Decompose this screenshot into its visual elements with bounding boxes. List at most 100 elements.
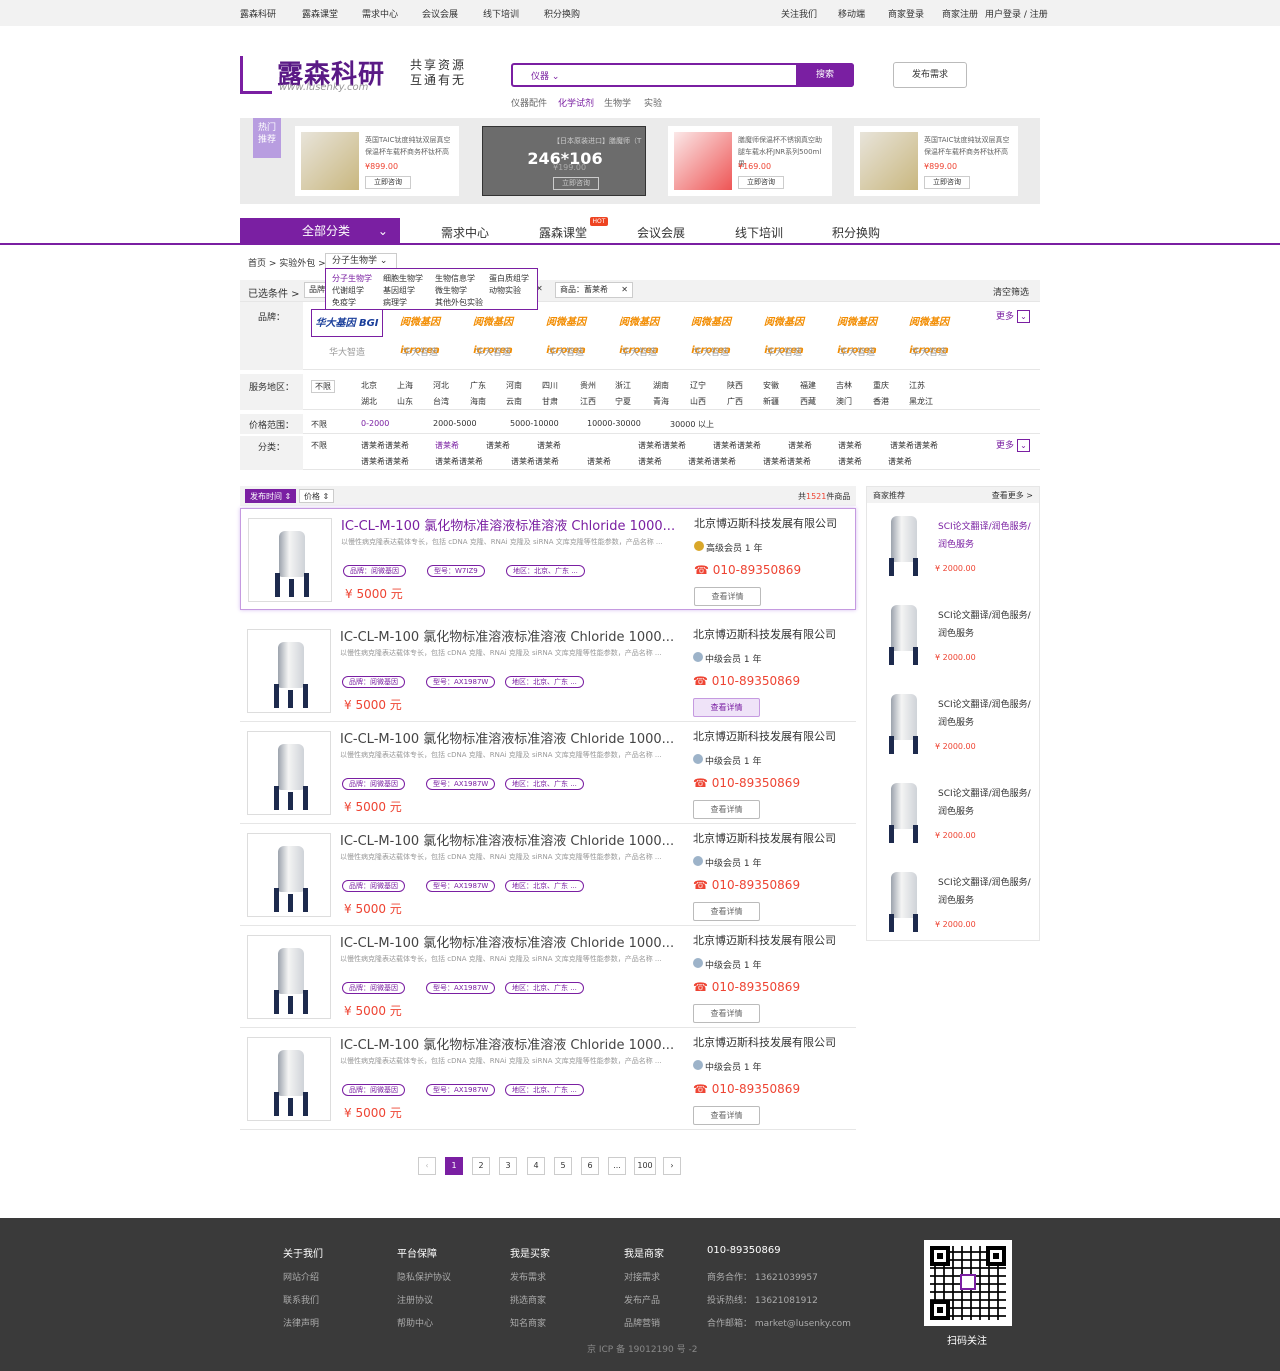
product-image[interactable]	[247, 935, 331, 1019]
brand-tag[interactable]: 品牌：阅微基因	[342, 778, 405, 790]
product-image[interactable]	[248, 518, 332, 602]
product-title[interactable]: IC-CL-M-100 氯化物标准溶液标准溶液 Chloride 1000...	[340, 830, 680, 849]
company-name[interactable]: 北京博迈斯科技发展有限公司	[693, 728, 836, 744]
nav-item[interactable]: 需求中心	[441, 224, 489, 241]
side-product-title[interactable]: SCI论文翻译/润色服务/润色服务	[938, 874, 1038, 910]
category-option[interactable]: 谱莱希谱莱希	[361, 456, 409, 467]
merchant-register-link[interactable]: 商家注册	[942, 7, 978, 20]
side-product-title[interactable]: SCI论文翻译/润色服务/润色服务	[938, 607, 1038, 643]
footer-link[interactable]: 发布需求	[510, 1270, 546, 1283]
page-button[interactable]: 3	[499, 1157, 517, 1175]
footer-link[interactable]: 品牌营销	[624, 1316, 660, 1329]
hot-word[interactable]: 化学试剂	[558, 96, 594, 109]
side-product-image[interactable]	[877, 779, 929, 843]
product-title[interactable]: IC-CL-M-100 氯化物标准溶液标准溶液 Chloride 1000...	[340, 626, 680, 645]
footer-link[interactable]: 帮助中心	[397, 1316, 433, 1329]
price-option[interactable]: 5000-10000	[510, 419, 559, 428]
region-option[interactable]: 澳门	[836, 396, 852, 407]
region-option[interactable]: 西藏	[800, 396, 816, 407]
region-tag[interactable]: 地区：北京、广东 ...	[505, 1084, 584, 1096]
company-name[interactable]: 北京博迈斯科技发展有限公司	[693, 830, 836, 846]
hot-card[interactable]: 英国TAIC钛度纯钛双层真空保温杯车载杯商务杯钛杯高 ¥899.00 立即咨询	[854, 126, 1018, 196]
brand-item[interactable]: 阅微基因 icrorea 华大智造	[530, 309, 602, 365]
company-name[interactable]: 北京博迈斯科技发展有限公司	[693, 626, 836, 642]
product-image[interactable]	[247, 629, 331, 713]
logo-icon[interactable]	[240, 56, 272, 94]
side-product[interactable]: SCI论文翻译/润色服务/润色服务 ¥ 2000.00	[867, 771, 1039, 860]
footer-link[interactable]: 注册协议	[397, 1293, 433, 1306]
region-option[interactable]: 四川	[542, 380, 558, 391]
side-product-image[interactable]	[877, 868, 929, 932]
region-option[interactable]: 台湾	[433, 396, 449, 407]
region-tag[interactable]: 地区：北京、广东 ...	[505, 778, 584, 790]
price-option[interactable]: 2000-5000	[433, 419, 477, 428]
side-product-title[interactable]: SCI论文翻译/润色服务/润色服务	[938, 696, 1038, 732]
top-link[interactable]: 会议会展	[422, 7, 458, 20]
nav-item[interactable]: 线下培训	[735, 224, 783, 241]
region-tag[interactable]: 地区：北京、广东 ...	[506, 565, 585, 577]
side-product-image[interactable]	[877, 601, 929, 665]
search-category-select[interactable]: 仪器 ⌄	[531, 69, 559, 82]
region-option[interactable]: 宁夏	[615, 396, 631, 407]
hot-card[interactable]: 膳魔师保温杯不锈钢真空助腿车载水杯JNR系列500ml男 ¥169.00 立即咨…	[668, 126, 832, 196]
region-option[interactable]: 山东	[397, 396, 413, 407]
region-option[interactable]: 青海	[653, 396, 669, 407]
merchant-login-link[interactable]: 商家登录	[888, 7, 924, 20]
product-item[interactable]: IC-CL-M-100 氯化物标准溶液标准溶液 Chloride 1000...…	[240, 508, 856, 610]
brand-item[interactable]: 华大基因 BGI 华大智造	[311, 309, 383, 365]
consult-button[interactable]: 立即咨询	[553, 177, 599, 190]
region-option[interactable]: 上海	[397, 380, 413, 391]
category-option[interactable]: 谱莱希谱莱希	[763, 456, 811, 467]
region-option[interactable]: 江苏	[909, 380, 925, 391]
view-detail-button[interactable]: 查看详情	[694, 587, 761, 606]
brand-item[interactable]: 阅微基因 icrorea 华大智造	[893, 309, 965, 365]
dropdown-option[interactable]: 病理学	[383, 297, 407, 308]
side-product-image[interactable]	[877, 690, 929, 754]
side-product-title[interactable]: SCI论文翻译/润色服务/润色服务	[938, 785, 1038, 821]
footer-link[interactable]: 知名商家	[510, 1316, 546, 1329]
page-button[interactable]: 5	[554, 1157, 572, 1175]
dropdown-option[interactable]: 免疫学	[332, 297, 356, 308]
dropdown-option[interactable]: 动物实验	[489, 285, 521, 296]
user-login-link[interactable]: 用户登录 / 注册	[985, 7, 1048, 20]
sort-time-button[interactable]: 发布时间 ⇕	[245, 489, 297, 503]
clear-filter-link[interactable]: 清空筛选	[993, 285, 1029, 298]
footer-link[interactable]: 联系我们	[283, 1293, 319, 1306]
region-option[interactable]: 重庆	[873, 380, 889, 391]
hot-word[interactable]: 实验	[644, 96, 662, 109]
footer-link[interactable]: 法律声明	[283, 1316, 319, 1329]
category-option[interactable]: 谱莱希谱莱希	[890, 440, 938, 451]
region-tag[interactable]: 地区：北京、广东 ...	[505, 676, 584, 688]
category-more-button[interactable]: 更多 ⌄	[996, 438, 1031, 452]
brand-tag[interactable]: 品牌：阅微基因	[342, 880, 405, 892]
page-button[interactable]: 1	[445, 1157, 463, 1175]
region-option[interactable]: 河南	[506, 380, 522, 391]
consult-button[interactable]: 立即咨询	[924, 176, 970, 189]
hot-card[interactable]: 英国TAIC钛度纯钛双层真空保温杯车载杯商务杯钛杯高 ¥899.00 立即咨询	[295, 126, 459, 196]
footer-link[interactable]: 网站介绍	[283, 1270, 319, 1283]
top-link[interactable]: 露森课堂	[302, 7, 338, 20]
category-option[interactable]: 谱莱希	[587, 456, 611, 467]
brand-tag[interactable]: 品牌：阅微基因	[342, 982, 405, 994]
brand-tag[interactable]: 品牌：阅微基因	[342, 676, 405, 688]
category-option[interactable]: 谱莱希	[788, 440, 812, 451]
model-tag[interactable]: 型号：AX1987W	[426, 880, 496, 892]
product-title[interactable]: IC-CL-M-100 氯化物标准溶液标准溶液 Chloride 1000...	[340, 932, 680, 951]
nav-item[interactable]: 露森课堂	[539, 224, 587, 241]
hot-card[interactable]: 【日本原装进口】膳魔师（T 246*106 ¥199.00 立即咨询	[482, 126, 646, 196]
region-tag[interactable]: 地区：北京、广东 ...	[505, 880, 584, 892]
page-button[interactable]: 2	[472, 1157, 490, 1175]
region-option[interactable]: 不限	[311, 380, 335, 393]
region-option[interactable]: 湖南	[653, 380, 669, 391]
region-option[interactable]: 北京	[361, 380, 377, 391]
category-option[interactable]: 谱莱希谱莱希	[361, 440, 409, 451]
category-option[interactable]: 谱莱希	[888, 456, 912, 467]
region-option[interactable]: 福建	[800, 380, 816, 391]
nav-all-categories[interactable]: 全部分类 ⌄	[240, 218, 400, 244]
dropdown-option[interactable]: 其他外包实验	[435, 297, 483, 308]
product-item[interactable]: IC-CL-M-100 氯化物标准溶液标准溶液 Chloride 1000...…	[240, 1028, 856, 1130]
nav-item[interactable]: 积分换购	[832, 224, 880, 241]
model-tag[interactable]: 型号：AX1987W	[426, 676, 496, 688]
region-option[interactable]: 河北	[433, 380, 449, 391]
product-item[interactable]: IC-CL-M-100 氯化物标准溶液标准溶液 Chloride 1000...…	[240, 926, 856, 1028]
